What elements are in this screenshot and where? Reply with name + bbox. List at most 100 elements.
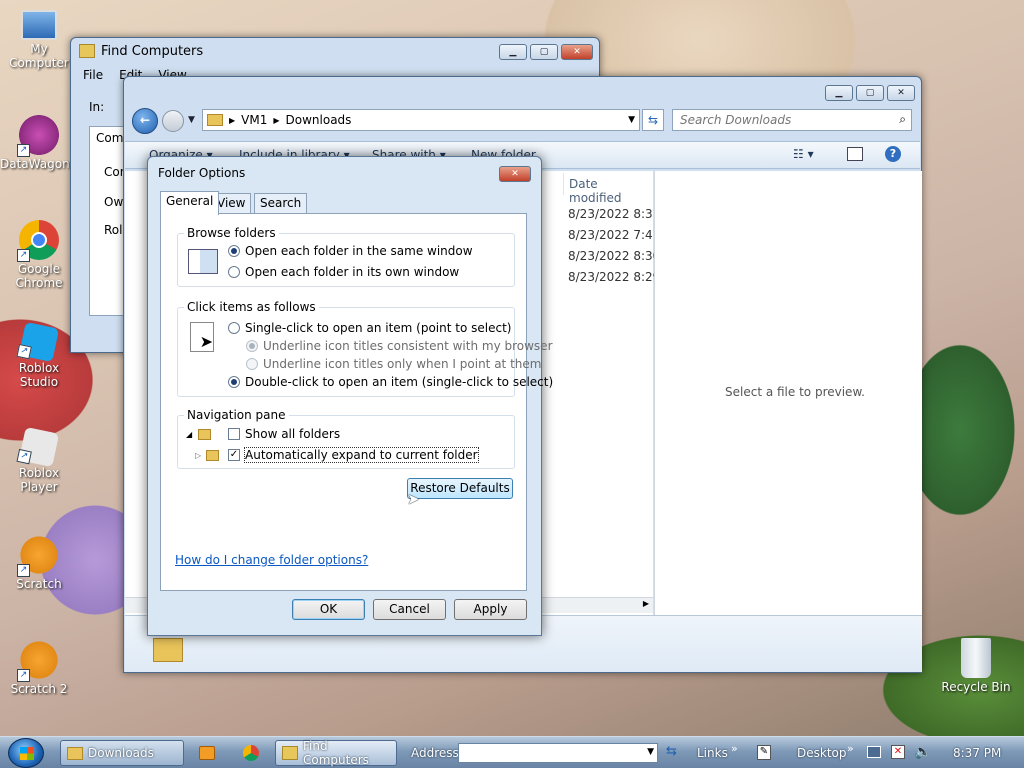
address-dropdown-icon[interactable]: ▼ xyxy=(628,115,635,125)
shortcut-arrow-icon: ↗ xyxy=(17,669,30,682)
auto-expand-checkbox[interactable]: ✓ Automatically expand to current folder xyxy=(228,447,479,463)
desktop-icon-roblox-studio[interactable]: ↗ Roblox Studio xyxy=(0,321,78,389)
refresh-button[interactable]: ⇆ xyxy=(642,109,664,131)
group-title: Browse folders xyxy=(184,226,279,240)
maximize-button[interactable]: ▢ xyxy=(856,85,884,101)
open-same-window-radio[interactable]: Open each folder in the same window xyxy=(228,244,473,258)
folder-icon xyxy=(206,450,219,461)
taskbar: Downloads Find Computers Address ▼ ⇆ Lin… xyxy=(0,736,1024,768)
taskbar-item-label: Find Computers xyxy=(303,739,369,767)
taskbar-address-input[interactable]: ▼ xyxy=(458,743,658,763)
desktop-icon-my-computer[interactable]: My Computer xyxy=(0,10,78,70)
ok-button[interactable]: OK xyxy=(292,599,365,620)
desktop-icon-roblox-player[interactable]: ↗ Roblox Player xyxy=(0,426,78,494)
taskbar-item-find-computers[interactable]: Find Computers xyxy=(275,739,397,767)
folder-options-titlebar[interactable]: Folder Options xyxy=(148,157,541,189)
desktop-icon-recycle-bin[interactable]: Recycle Bin xyxy=(936,638,1016,694)
menu-file[interactable]: File xyxy=(83,68,103,82)
radio-indicator xyxy=(246,340,258,352)
desktop-icon-label: My Computer xyxy=(9,42,69,70)
clock[interactable]: 8:37 PM xyxy=(953,746,1001,760)
preview-pane-icon[interactable] xyxy=(847,147,863,161)
cancel-button[interactable]: Cancel xyxy=(373,599,446,620)
browse-folders-group: Browse folders Open each folder in the s… xyxy=(177,226,515,287)
close-button[interactable]: ✕ xyxy=(499,166,531,182)
desktop-icon-google-chrome[interactable]: ↗ Google Chrome xyxy=(0,220,78,290)
address-dropdown-icon[interactable]: ▼ xyxy=(647,747,654,757)
group-title: Navigation pane xyxy=(184,408,289,422)
action-center-icon[interactable]: ✕ xyxy=(891,745,905,759)
roblox-studio-icon: ↗ xyxy=(16,321,60,363)
folder-options-dialog[interactable]: Folder Options ✕ General View Search Bro… xyxy=(147,156,553,636)
breadcrumb-separator-icon: ▶ xyxy=(229,115,236,125)
quicklaunch-media-icon[interactable] xyxy=(199,746,215,760)
close-button[interactable]: ✕ xyxy=(561,44,593,60)
datawagon-icon: ↗ xyxy=(17,115,59,157)
quicklaunch-chrome-icon[interactable] xyxy=(243,745,259,761)
restore-defaults-button[interactable]: Restore Defaults xyxy=(407,478,513,499)
desktop-icon-scratch-2[interactable]: ↗ Scratch 2 xyxy=(0,640,78,696)
desktop-icon-label: Roblox Player xyxy=(18,466,60,494)
desktop-icon-datawagon[interactable]: ↗ DataWagon... xyxy=(0,115,81,171)
roblox-player-icon: ↗ xyxy=(16,426,60,468)
close-button[interactable]: ✕ xyxy=(887,85,915,101)
taskbar-item-label: Downloads xyxy=(88,746,154,760)
navigation-pane-group: Navigation pane ◢ ▷ Show all folders ✓ A… xyxy=(177,408,515,469)
help-link[interactable]: How do I change folder options? xyxy=(175,553,368,567)
checkbox-label: Automatically expand to current folder xyxy=(244,447,479,463)
shortcut-arrow-icon: ↗ xyxy=(16,343,32,360)
checkbox-indicator[interactable]: ✓ xyxy=(228,449,240,461)
desktop-icon-label: Scratch xyxy=(16,577,62,591)
recent-pages-chevron-icon[interactable]: ▼ xyxy=(188,115,195,125)
radio-indicator[interactable] xyxy=(228,322,240,334)
recycle-bin-icon xyxy=(961,638,991,678)
notepad-icon[interactable]: ✎ xyxy=(757,745,771,760)
breadcrumb-vm1[interactable]: VM1 xyxy=(241,113,267,127)
scroll-right-icon[interactable]: ▶ xyxy=(643,599,649,608)
help-icon[interactable]: ? xyxy=(885,146,901,162)
search-box[interactable]: ⌕ xyxy=(672,109,912,131)
desktop-icon-label: Google Chrome xyxy=(15,262,63,290)
radio-label: Open each folder in the same window xyxy=(245,244,473,258)
radio-indicator[interactable] xyxy=(228,376,240,388)
view-options-icon[interactable]: ☷ ▾ xyxy=(793,147,814,161)
back-button[interactable]: ← xyxy=(132,108,158,134)
go-icon[interactable]: ⇆ xyxy=(666,744,677,759)
click-items-group: Click items as follows ➤ Single-click to… xyxy=(177,300,553,397)
double-click-radio[interactable]: Double-click to open an item (single-cli… xyxy=(228,375,553,389)
checkbox-indicator[interactable] xyxy=(228,428,240,440)
column-header-date-modified[interactable]: Date modified xyxy=(569,177,653,205)
preview-pane: Select a file to preview. xyxy=(654,171,922,615)
desktop-icon-scratch[interactable]: ↗ Scratch xyxy=(0,535,78,591)
network-icon[interactable] xyxy=(867,746,881,758)
apply-button[interactable]: Apply xyxy=(454,599,527,620)
tree-expanded-icon: ◢ xyxy=(186,430,193,439)
tab-general[interactable]: General xyxy=(160,191,220,215)
tree-collapsed-icon: ▷ xyxy=(195,451,202,460)
radio-label: Double-click to open an item (single-cli… xyxy=(245,375,554,389)
find-computers-icon xyxy=(79,44,95,58)
show-all-folders-checkbox[interactable]: Show all folders xyxy=(228,427,340,441)
volume-icon[interactable]: 🔈 xyxy=(914,744,931,760)
maximize-button[interactable]: ▢ xyxy=(530,44,558,60)
radio-label: Underline icon titles only when I point … xyxy=(263,357,542,371)
toolbar-chevron-icon[interactable]: » xyxy=(847,742,854,755)
shortcut-arrow-icon: ↗ xyxy=(16,448,32,465)
minimize-button[interactable]: ▁ xyxy=(825,85,853,101)
taskbar-item-downloads[interactable]: Downloads xyxy=(60,740,184,766)
minimize-button[interactable]: ▁ xyxy=(499,44,527,60)
radio-indicator[interactable] xyxy=(228,245,240,257)
search-input[interactable] xyxy=(673,110,883,130)
start-button[interactable] xyxy=(8,738,44,768)
tab-search[interactable]: Search xyxy=(254,193,308,214)
desktop-toolbar[interactable]: Desktop xyxy=(797,746,847,760)
chrome-icon: ↗ xyxy=(17,220,59,262)
toolbar-chevron-icon[interactable]: » xyxy=(731,742,738,755)
breadcrumb-downloads[interactable]: Downloads xyxy=(286,113,352,127)
open-own-window-radio[interactable]: Open each folder in its own window xyxy=(228,265,459,279)
links-toolbar[interactable]: Links xyxy=(697,746,728,760)
single-click-radio[interactable]: Single-click to open an item (point to s… xyxy=(228,321,511,335)
radio-indicator[interactable] xyxy=(228,266,240,278)
address-bar[interactable]: ▶ VM1 ▶ Downloads ▼ xyxy=(202,109,640,131)
forward-button[interactable] xyxy=(162,110,184,132)
